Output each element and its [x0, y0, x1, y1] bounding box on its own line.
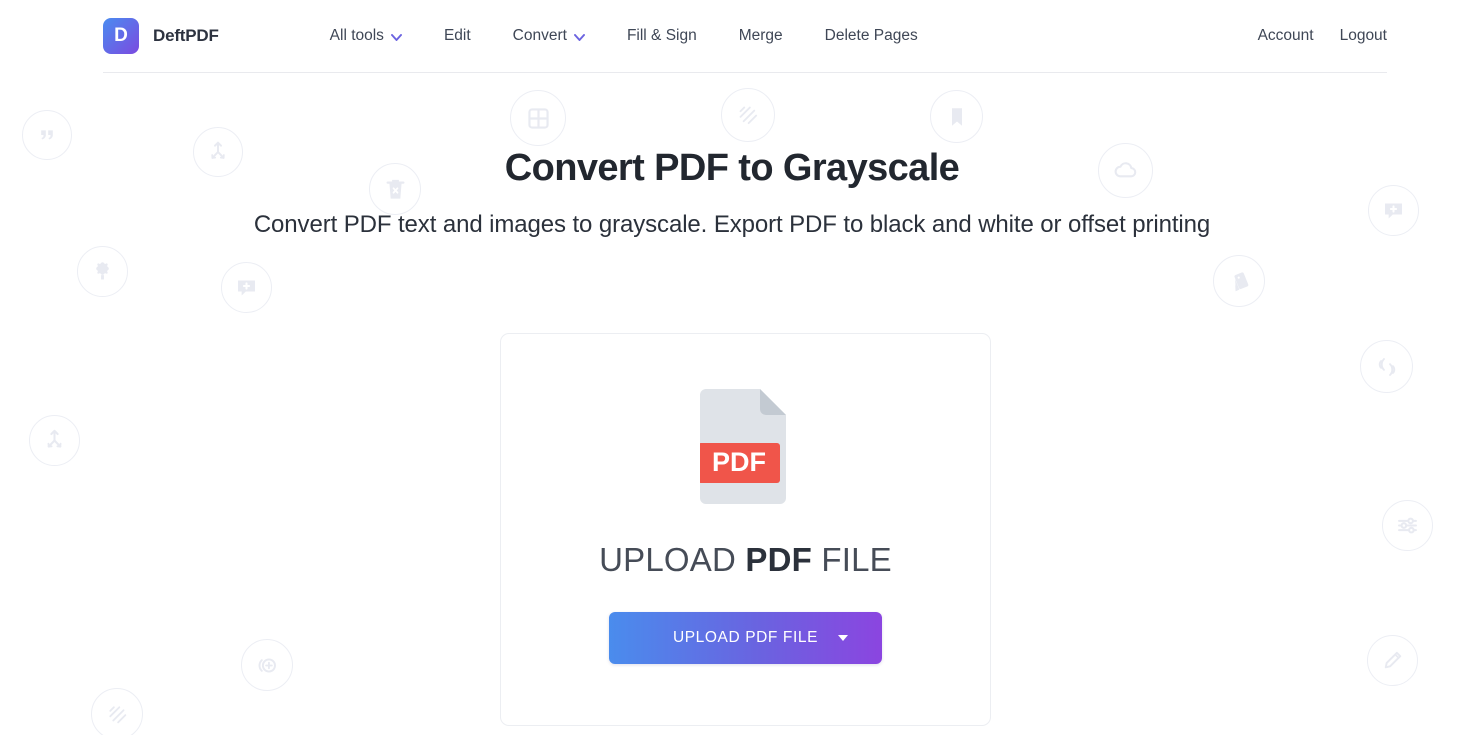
nav-item-logout[interactable]: Logout	[1340, 27, 1387, 45]
brand-name: DeftPDF	[153, 26, 219, 45]
diagonal-lines-icon	[91, 688, 143, 735]
upload-heading-suffix: FILE	[812, 541, 892, 578]
nav-item-label: Edit	[443, 27, 471, 44]
bookmark-icon	[930, 90, 983, 143]
pdf-file-icon: PDF	[699, 389, 792, 504]
upload-heading: UPLOAD PDF FILE	[599, 541, 892, 579]
nav-item-label: All tools	[329, 27, 384, 44]
pdf-badge-text: PDF	[712, 447, 766, 477]
signal-icon	[1360, 340, 1413, 393]
account-navigation: Account Logout	[1258, 27, 1387, 45]
nav-item-label: Fill & Sign	[626, 27, 697, 44]
upload-pdf-file-button[interactable]: UPLOAD PDF FILE	[609, 612, 882, 664]
brand-logo[interactable]: D DeftPDF	[103, 18, 219, 54]
logo-icon: D	[103, 18, 139, 54]
site-header: D DeftPDF All tools Edit Convert Fill & Sig…	[0, 0, 1464, 74]
nav-item-delete-pages[interactable]: Delete Pages	[825, 21, 918, 51]
diagonal-lines-icon	[721, 88, 775, 142]
zoom-in-icon	[241, 639, 293, 691]
chevron-down-icon	[390, 33, 402, 41]
caret-down-icon[interactable]	[838, 635, 848, 641]
upload-card[interactable]: PDF UPLOAD PDF FILE UPLOAD PDF FILE	[500, 333, 991, 726]
page-title: Convert PDF to Grayscale	[504, 147, 960, 189]
nav-item-convert[interactable]: Convert	[513, 21, 585, 51]
stamp-icon	[1213, 255, 1265, 307]
upload-button-label: UPLOAD PDF FILE	[672, 629, 819, 646]
upload-heading-strong: PDF	[745, 541, 813, 578]
comment-plus-icon	[221, 262, 272, 313]
merge-icon	[29, 415, 80, 466]
nav-item-label: Merge	[738, 27, 783, 44]
grid-icon	[510, 90, 566, 146]
nav-item-edit[interactable]: Edit	[444, 21, 471, 51]
nav-item-label: Convert	[512, 27, 567, 44]
nav-item-all-tools[interactable]: All tools	[330, 21, 402, 51]
nav-item-merge[interactable]: Merge	[739, 21, 783, 51]
nav-item-label: Delete Pages	[824, 27, 918, 44]
page-root: D DeftPDF All tools Edit Convert Fill & Sig…	[0, 0, 1464, 735]
sliders-icon	[1382, 500, 1433, 551]
pen-icon	[1367, 635, 1418, 686]
nav-item-account[interactable]: Account	[1258, 27, 1314, 45]
page-subtitle: Convert PDF text and images to grayscale…	[253, 210, 1211, 238]
main-navigation: All tools Edit Convert Fill & Sign Merge Dele…	[330, 21, 918, 51]
hero-section: Convert PDF to Grayscale Convert PDF tex…	[0, 146, 1464, 242]
nav-item-fill-sign[interactable]: Fill & Sign	[627, 21, 697, 51]
upload-heading-prefix: UPLOAD	[599, 541, 746, 578]
header-inner: D DeftPDF All tools Edit Convert Fill & Sig…	[103, 0, 1387, 73]
puzzle-icon	[77, 246, 128, 297]
chevron-down-icon	[573, 33, 585, 41]
